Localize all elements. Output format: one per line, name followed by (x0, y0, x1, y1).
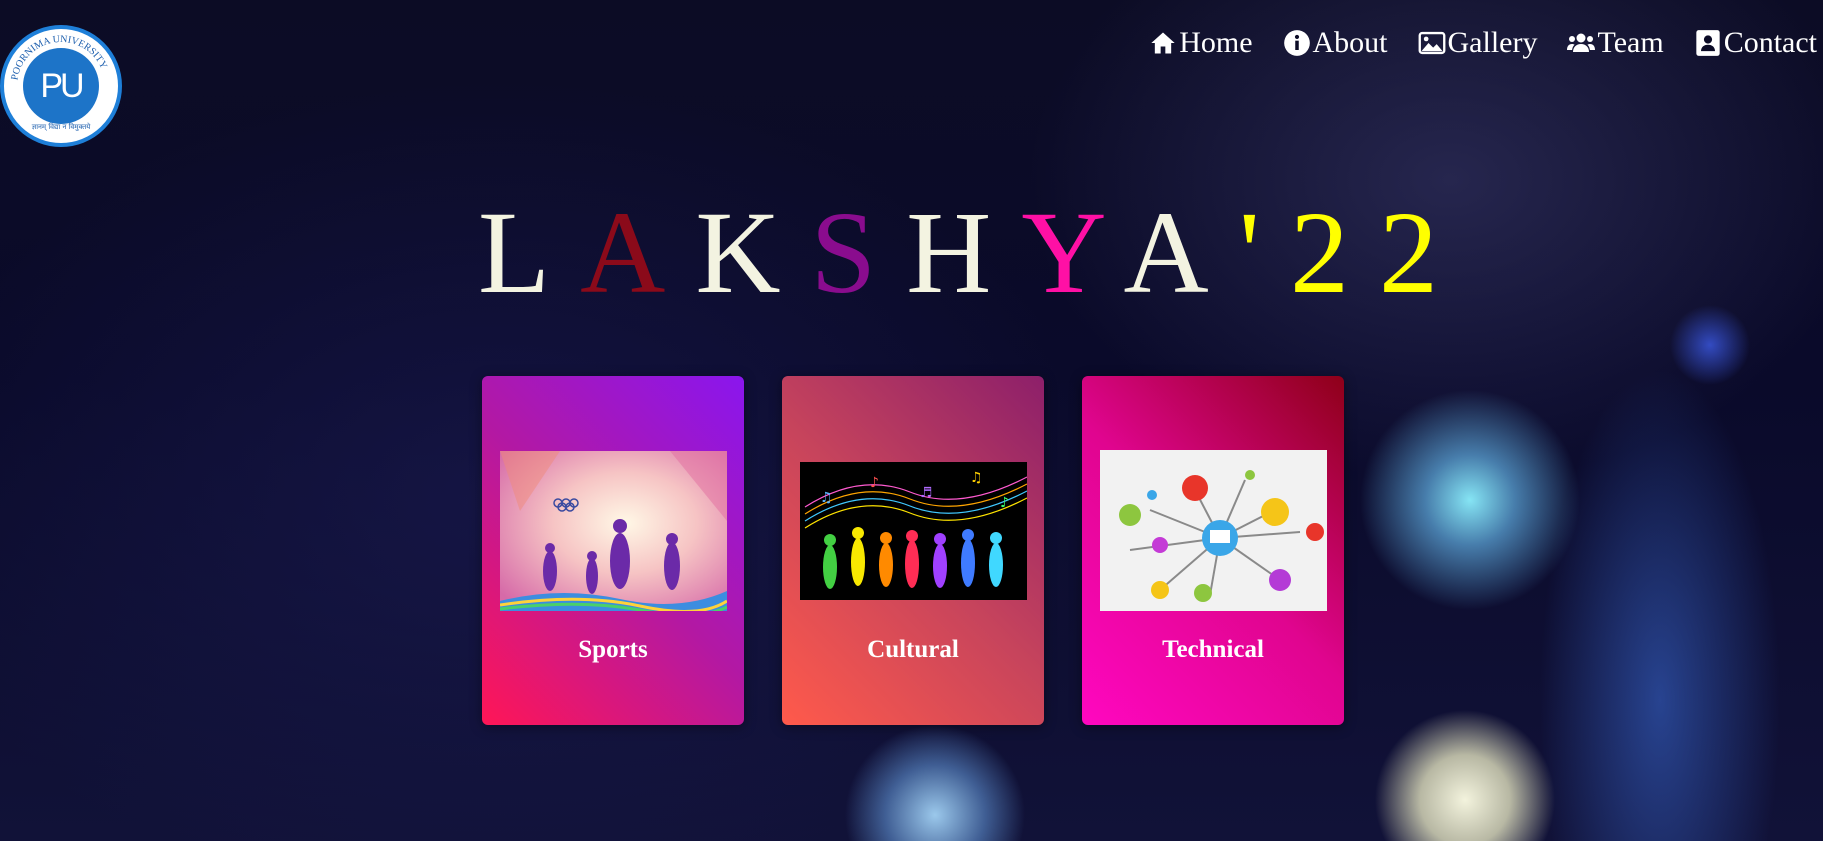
users-icon (1567, 33, 1596, 52)
title-letter: A (1123, 187, 1239, 318)
nav-about-label: About (1312, 26, 1388, 59)
title-letter: 2 (1379, 187, 1469, 318)
title-letter: L (478, 187, 581, 318)
card-cultural-label: Cultural (867, 636, 959, 663)
nav-team-label: Team (1597, 26, 1664, 59)
title-letter: 2 (1290, 187, 1380, 318)
nav-contact[interactable]: Contact (1694, 26, 1817, 60)
card-sports[interactable]: Sports (482, 376, 744, 725)
technology-network-illustration (1100, 450, 1327, 611)
home-icon (1151, 32, 1175, 54)
event-title: LAKSHYA'22 (478, 185, 1468, 321)
nav-home[interactable]: Home (1149, 26, 1253, 60)
nav-home-label: Home (1179, 26, 1253, 59)
sports-illustration (500, 451, 727, 611)
svg-text:♫: ♫ (820, 490, 833, 506)
svg-text:♫: ♫ (970, 470, 983, 486)
svg-text:♪: ♪ (1000, 495, 1009, 511)
title-letter: S (810, 187, 907, 318)
title-letter: K (695, 187, 811, 318)
nav-gallery[interactable]: Gallery (1418, 26, 1538, 60)
card-technical[interactable]: Technical (1082, 376, 1344, 725)
main-nav: Home About Gallery Team Contact (1119, 26, 1817, 60)
nav-gallery-label: Gallery (1447, 26, 1538, 59)
card-sports-label: Sports (578, 636, 648, 663)
nav-about[interactable]: About (1283, 26, 1388, 60)
svg-text:♪: ♪ (870, 475, 879, 491)
nav-contact-label: Contact (1723, 26, 1817, 59)
card-cultural[interactable]: ♫ ♪ ♬ ♫ ♪ Cultural (782, 376, 1044, 725)
title-letter: Y (1021, 187, 1124, 318)
cultural-dancers-illustration: ♫ ♪ ♬ ♫ ♪ (800, 462, 1027, 600)
title-letter: A (580, 187, 696, 318)
logo-ring-text: POORNIMA UNIVERSITY ज्ञानम् विद्या न विम… (9, 34, 109, 131)
nav-team[interactable]: Team (1567, 26, 1664, 60)
title-letter: ' (1238, 187, 1291, 318)
contact-icon (1696, 30, 1720, 56)
svg-text:♬: ♬ (920, 485, 933, 501)
info-icon (1283, 30, 1310, 56)
title-letter: H (906, 187, 1022, 318)
image-icon (1418, 31, 1445, 55)
svg-text:ज्ञानम् विद्या न विमुक्तये: ज्ञानम् विद्या न विमुक्तये (32, 122, 91, 131)
card-technical-label: Technical (1162, 636, 1264, 663)
svg-text:POORNIMA UNIVERSITY: POORNIMA UNIVERSITY (9, 34, 109, 81)
university-logo[interactable]: POORNIMA UNIVERSITY ज्ञानम् विद्या न विम… (0, 25, 122, 147)
